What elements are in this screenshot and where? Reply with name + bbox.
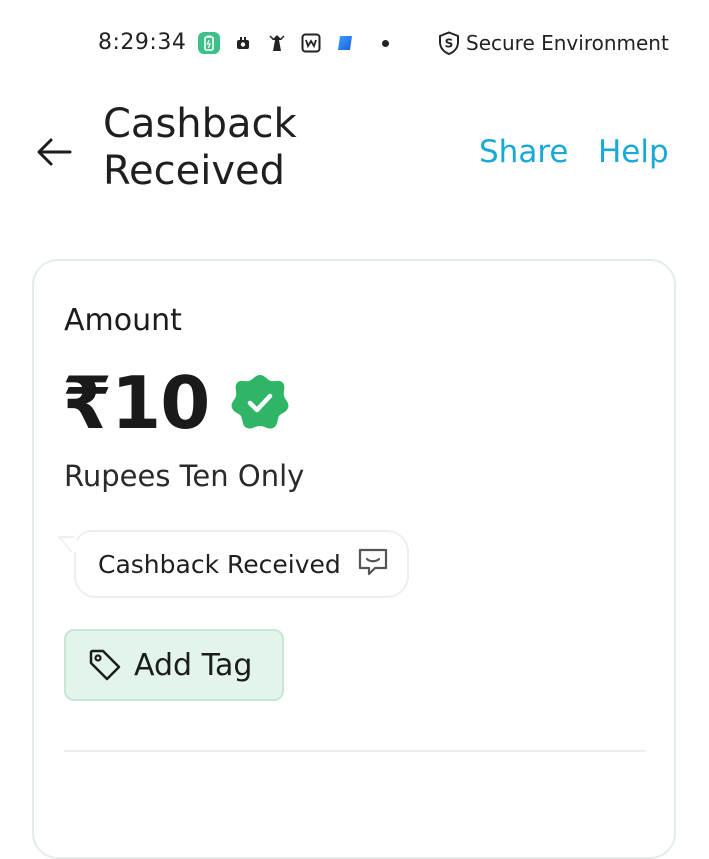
app-icon bbox=[266, 32, 288, 54]
more-dot-icon bbox=[382, 39, 389, 47]
add-tag-label: Add Tag bbox=[134, 647, 253, 683]
note-text: Cashback Received bbox=[98, 549, 341, 579]
secure-label: Secure Environment bbox=[466, 31, 669, 55]
divider bbox=[64, 750, 646, 752]
chat-icon bbox=[357, 547, 389, 581]
verified-check-icon bbox=[229, 372, 291, 434]
blue-app-icon bbox=[334, 32, 356, 54]
shield-icon: S bbox=[439, 31, 459, 55]
tag-icon bbox=[89, 649, 121, 681]
amount-label: Amount bbox=[64, 303, 182, 338]
status-icons bbox=[198, 32, 389, 54]
battery-saver-icon bbox=[198, 32, 220, 54]
page-title: Cashback Received bbox=[103, 101, 297, 194]
amount-row: ₹10 bbox=[62, 363, 291, 443]
amount-value: ₹10 bbox=[62, 361, 210, 445]
help-link[interactable]: Help bbox=[598, 134, 669, 170]
notification-icon bbox=[232, 32, 254, 54]
amount-in-words: Rupees Ten Only bbox=[64, 459, 305, 493]
add-tag-button[interactable]: Add Tag bbox=[64, 629, 284, 701]
svg-text:S: S bbox=[445, 37, 454, 51]
transaction-note[interactable]: Cashback Received bbox=[74, 530, 409, 598]
share-link[interactable]: Share bbox=[479, 134, 568, 170]
status-bar: 8:29:34 S Secure Environment bbox=[0, 0, 709, 88]
back-arrow-icon bbox=[37, 138, 72, 166]
wallet-icon bbox=[300, 32, 322, 54]
status-time: 8:29:34 bbox=[98, 30, 187, 55]
secure-environment-indicator: S Secure Environment bbox=[438, 31, 669, 55]
back-button[interactable] bbox=[34, 132, 74, 172]
header: Cashback Received Share Help bbox=[0, 88, 709, 228]
transaction-card: Amount ₹10 Rupees Ten Only Cashback Rece… bbox=[32, 259, 676, 859]
